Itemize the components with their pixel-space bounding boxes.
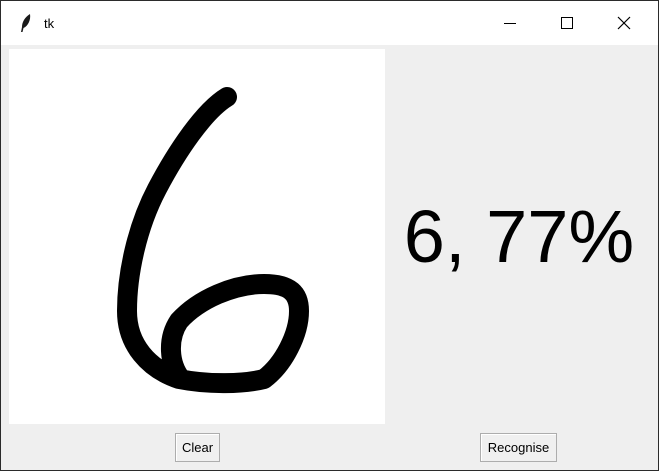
recognise-button[interactable]: Recognise: [480, 433, 557, 462]
maximize-icon: [560, 17, 573, 29]
title-bar[interactable]: tk: [1, 1, 658, 45]
window-title: tk: [44, 16, 55, 31]
maximize-button[interactable]: [538, 1, 595, 45]
close-icon: [617, 16, 630, 30]
app-window: tk 6, 77% Clear Recognise: [0, 0, 659, 471]
minimize-button[interactable]: [481, 1, 538, 45]
drawing-canvas[interactable]: [9, 49, 385, 424]
handwritten-digit-drawing: [117, 87, 309, 394]
minimize-icon: [503, 23, 516, 24]
clear-button[interactable]: Clear: [175, 433, 220, 462]
close-button[interactable]: [595, 1, 652, 45]
tk-feather-icon: [21, 14, 31, 32]
prediction-result: 6, 77%: [403, 195, 635, 278]
